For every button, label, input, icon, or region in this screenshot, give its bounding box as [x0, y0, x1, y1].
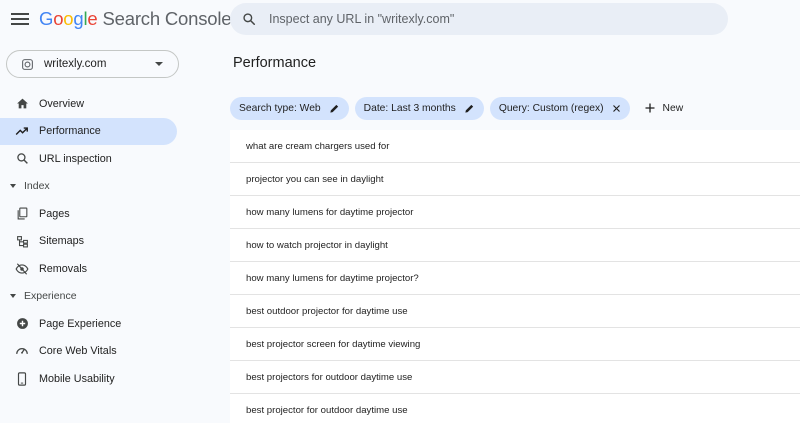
- logo-letter: e: [87, 8, 98, 29]
- globe-icon: [22, 58, 33, 70]
- sidebar-item-label: Page Experience: [39, 317, 122, 330]
- new-filter-button[interactable]: New: [644, 102, 684, 114]
- sidebar-item-page-experience[interactable]: Page Experience: [0, 310, 190, 338]
- sidebar-item-overview[interactable]: Overview: [0, 90, 190, 118]
- section-label: Index: [24, 180, 50, 193]
- app-logo[interactable]: Google Search Console: [39, 8, 232, 30]
- plus-circle-icon: [15, 317, 29, 331]
- main-menu-button[interactable]: [11, 11, 29, 27]
- search-icon: [243, 13, 256, 26]
- sidebar-item-label: Mobile Usability: [39, 372, 115, 385]
- table-row[interactable]: how to watch projector in daylight: [230, 229, 800, 262]
- sidebar-item-sitemaps[interactable]: Sitemaps: [0, 228, 190, 256]
- filter-chip-label: Query: Custom (regex): [498, 102, 604, 114]
- table-row[interactable]: best projector screen for daytime viewin…: [230, 328, 800, 361]
- caret-down-icon: [10, 184, 16, 189]
- filter-chip-query[interactable]: Query: Custom (regex): [489, 96, 630, 120]
- table-row[interactable]: best projectors for outdoor daytime use: [230, 361, 800, 394]
- filter-chip-date[interactable]: Date: Last 3 months: [354, 96, 484, 120]
- sidebar-item-pages[interactable]: Pages: [0, 200, 190, 228]
- logo-letter: o: [53, 8, 64, 29]
- sidebar-item-label: Sitemaps: [39, 235, 85, 248]
- logo-letter: o: [63, 8, 74, 29]
- query-cell: how many lumens for daytime projector: [246, 206, 414, 218]
- sidebar-item-label: Overview: [39, 97, 84, 110]
- query-cell: best projector for outdoor daytime use: [246, 404, 408, 416]
- property-selector[interactable]: writexly.com: [6, 50, 179, 78]
- sidebar-item-label: Removals: [39, 262, 88, 275]
- removals-icon: [15, 262, 29, 276]
- query-cell: best projectors for outdoor daytime use: [246, 371, 413, 383]
- sidebar-item-core-web-vitals[interactable]: Core Web Vitals: [0, 338, 190, 366]
- table-row[interactable]: best projector for outdoor daytime use: [230, 394, 800, 423]
- sidebar-item-url-inspection[interactable]: URL inspection: [0, 145, 190, 173]
- sidebar-nav: Overview Performance URL inspection Inde…: [0, 90, 190, 393]
- query-cell: what are cream chargers used for: [246, 140, 390, 152]
- caret-down-icon: [10, 294, 16, 299]
- section-experience-toggle[interactable]: Experience: [0, 283, 190, 311]
- query-cell: projector you can see in daylight: [246, 173, 384, 185]
- query-cell: how to watch projector in daylight: [246, 239, 388, 251]
- page-title: Performance: [233, 55, 317, 71]
- query-cell: how many lumens for daytime projector?: [246, 272, 419, 284]
- close-icon[interactable]: [612, 104, 621, 113]
- smartphone-icon: [15, 372, 29, 386]
- pages-icon: [15, 207, 29, 221]
- sitemap-icon: [15, 234, 29, 248]
- plus-icon: [645, 103, 655, 113]
- new-filter-label: New: [662, 102, 684, 114]
- logo-product-name: Search Console: [102, 8, 232, 29]
- chevron-down-icon: [155, 62, 163, 66]
- section-index-toggle[interactable]: Index: [0, 173, 190, 201]
- home-icon: [15, 97, 29, 111]
- sidebar-item-removals[interactable]: Removals: [0, 255, 190, 283]
- url-inspection-search[interactable]: [230, 3, 728, 35]
- edit-icon[interactable]: [329, 103, 340, 114]
- logo-letter: g: [73, 8, 84, 29]
- filter-chip-label: Date: Last 3 months: [363, 102, 456, 114]
- sidebar-item-label: URL inspection: [39, 152, 112, 165]
- sidebar-item-label: Core Web Vitals: [39, 345, 117, 358]
- table-row[interactable]: how many lumens for daytime projector: [230, 196, 800, 229]
- trending-up-icon: [15, 124, 29, 138]
- section-label: Experience: [24, 290, 77, 303]
- logo-letter: G: [39, 8, 54, 29]
- sidebar-item-performance[interactable]: Performance: [0, 117, 177, 145]
- query-cell: best outdoor projector for daytime use: [246, 305, 408, 317]
- table-row[interactable]: best outdoor projector for daytime use: [230, 295, 800, 328]
- table-row[interactable]: projector you can see in daylight: [230, 163, 800, 196]
- table-row[interactable]: what are cream chargers used for: [230, 130, 800, 163]
- search-input[interactable]: [269, 12, 699, 26]
- property-name: writexly.com: [44, 58, 107, 70]
- table-row[interactable]: how many lumens for daytime projector?: [230, 262, 800, 295]
- queries-table: what are cream chargers used for project…: [230, 130, 800, 423]
- filter-chip-search-type[interactable]: Search type: Web: [230, 96, 349, 120]
- filter-bar: Search type: Web Date: Last 3 months Que…: [230, 96, 683, 120]
- search-icon: [15, 152, 29, 166]
- speedometer-icon: [15, 344, 29, 358]
- sidebar-item-label: Performance: [39, 125, 101, 138]
- filter-chip-label: Search type: Web: [239, 102, 321, 114]
- sidebar-item-mobile-usability[interactable]: Mobile Usability: [0, 365, 190, 393]
- query-cell: best projector screen for daytime viewin…: [246, 338, 421, 350]
- sidebar-item-label: Pages: [39, 207, 70, 220]
- edit-icon[interactable]: [464, 103, 475, 114]
- search-console-app: GoogleSearch Console writexly.com Overvi…: [0, 0, 800, 423]
